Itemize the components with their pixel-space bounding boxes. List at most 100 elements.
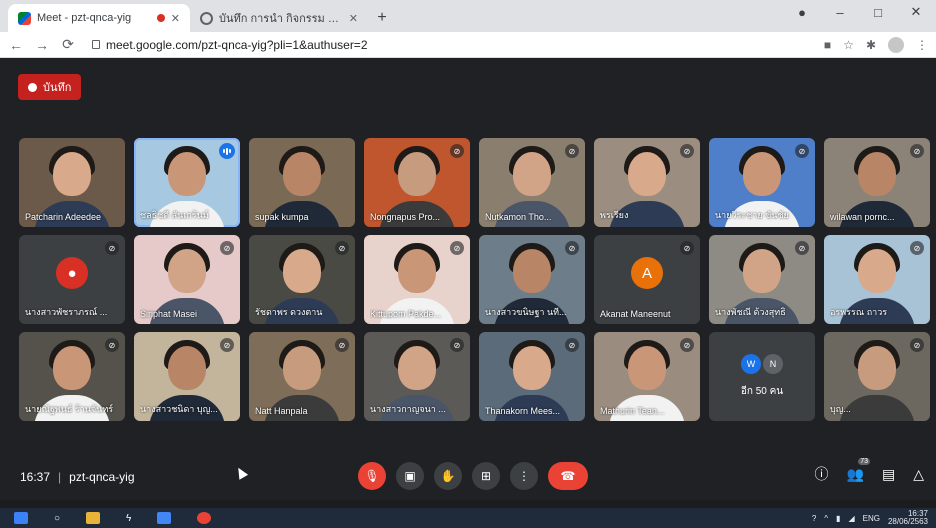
activities-icon[interactable]: △ bbox=[913, 466, 924, 483]
new-tab-button[interactable]: + bbox=[368, 4, 396, 32]
participant-tile[interactable]: ⊘ รัชดาพร ดวงตาน bbox=[249, 235, 355, 324]
participant-tile[interactable]: ⊘ Thanakorn Mees... bbox=[479, 332, 585, 421]
reload-button[interactable]: ⟳ bbox=[60, 36, 76, 53]
person-face bbox=[743, 152, 781, 196]
close-tab-icon[interactable]: ✕ bbox=[349, 12, 358, 25]
mic-muted-icon: ⊘ bbox=[680, 241, 694, 255]
participant-name: Nongnapus Pro... bbox=[370, 212, 441, 222]
present-button[interactable]: ⊞ bbox=[472, 462, 500, 490]
participant-tile[interactable]: ⊘ Nutkamon Tho... bbox=[479, 138, 585, 227]
participant-name: Akanat Maneenut bbox=[600, 309, 671, 319]
participant-tile[interactable]: ⊘ Natt Hanpala bbox=[249, 332, 355, 421]
person-face bbox=[858, 346, 896, 390]
participant-name: นางสาวชนิดา บุญ... bbox=[140, 404, 218, 414]
close-window-button[interactable]: ✕ bbox=[902, 4, 930, 20]
back-button[interactable]: ← bbox=[8, 37, 24, 53]
person-face bbox=[513, 152, 551, 196]
address-bar[interactable]: meet.google.com/pzt-qnca-yig?pli=1&authu… bbox=[86, 34, 814, 56]
help-icon[interactable]: ? bbox=[812, 514, 816, 523]
person-face bbox=[628, 346, 666, 390]
participant-tile[interactable]: ⊘ นายวีระชาย ขันชัย bbox=[709, 138, 815, 227]
participant-grid: Patcharin Adeedee ชลธิชดี สันเกร้นม์ supak… bbox=[19, 138, 930, 421]
start-icon[interactable] bbox=[14, 512, 28, 524]
participant-name: Siriphat Masei bbox=[140, 309, 198, 319]
language-indicator[interactable]: ENG bbox=[863, 514, 880, 523]
participant-tile[interactable]: ชลธิชดี สันเกร้นม์ bbox=[134, 138, 240, 227]
participant-tile[interactable]: ⊘ อรพรรณ ถาวร bbox=[824, 235, 930, 324]
participant-tile[interactable]: ⊘ Siriphat Masei bbox=[134, 235, 240, 324]
participant-tile[interactable]: ⊘ นางสาวชนิดา บุญ... bbox=[134, 332, 240, 421]
mic-muted-icon: ⊘ bbox=[680, 144, 694, 158]
chat-icon[interactable]: ▤ bbox=[882, 466, 895, 483]
participant-name: Mathurin Tean... bbox=[600, 406, 665, 416]
more-avatars: WN bbox=[741, 354, 783, 374]
participant-name: นายณัฐพนธ์ ร้านจันทร์ bbox=[25, 404, 114, 414]
people-button[interactable]: 👥 73 bbox=[847, 457, 870, 483]
participant-tile[interactable]: ● ⊘ นางสาวพัชราภรณ์ ... bbox=[19, 235, 125, 324]
mic-off-button[interactable]: 🎙 bbox=[358, 462, 386, 490]
participant-tile[interactable]: ⊘ บุญ... bbox=[824, 332, 930, 421]
network-icon[interactable]: ▮ bbox=[836, 514, 840, 523]
globe-icon bbox=[200, 11, 213, 25]
call-controls: 🎙 ▣ ✋ ⊞ ⋮ ☎ bbox=[358, 462, 588, 490]
person-face bbox=[168, 249, 206, 293]
mic-muted-icon: ⊘ bbox=[680, 338, 694, 352]
forward-button[interactable]: → bbox=[34, 37, 50, 53]
profile-dot-icon[interactable]: ● bbox=[788, 5, 816, 20]
tab-other[interactable]: บันทึก การนำ กิจกรรม หน่วยคลิก ✕ bbox=[190, 4, 368, 32]
mic-muted-icon: ⊘ bbox=[335, 338, 349, 352]
mic-muted-icon: ⊘ bbox=[795, 144, 809, 158]
participant-tile[interactable]: A ⊘ Akanat Maneenut bbox=[594, 235, 700, 324]
participant-tile[interactable]: supak kumpa bbox=[249, 138, 355, 227]
star-icon[interactable]: ☆ bbox=[843, 38, 854, 52]
mic-muted-icon: ⊘ bbox=[795, 241, 809, 255]
mic-muted-icon: ⊘ bbox=[450, 338, 464, 352]
maximize-button[interactable]: □ bbox=[864, 5, 892, 20]
search-icon[interactable]: ○ bbox=[54, 513, 60, 524]
raise-hand-button[interactable]: ✋ bbox=[434, 462, 462, 490]
participant-tile[interactable]: ⊘ Kittupom Pakde... bbox=[364, 235, 470, 324]
extensions-icon[interactable]: ✱ bbox=[866, 38, 876, 52]
profile-avatar[interactable] bbox=[888, 36, 904, 53]
participant-tile[interactable]: ⊘ นายณัฐพนธ์ ร้านจันทร์ bbox=[19, 332, 125, 421]
participant-name: Thanakorn Mees... bbox=[485, 406, 561, 416]
mic-muted-icon: ⊘ bbox=[910, 144, 924, 158]
chrome-icon[interactable] bbox=[197, 512, 212, 524]
close-tab-icon[interactable]: ✕ bbox=[171, 12, 180, 25]
participant-tile[interactable]: ⊘ นางสาวขนิษฐา นที... bbox=[479, 235, 585, 324]
minimize-button[interactable]: – bbox=[826, 5, 854, 20]
participant-tile[interactable]: Patcharin Adeedee bbox=[19, 138, 125, 227]
more-options-button[interactable]: ⋮ bbox=[510, 462, 538, 490]
system-tray: ? ^ ▮ ◢ ENG 16:37 28/06/2563 bbox=[812, 510, 928, 526]
person-face bbox=[398, 152, 436, 196]
camera-icon[interactable]: ■ bbox=[824, 38, 831, 52]
record-button[interactable]: บันทึก bbox=[18, 74, 82, 100]
tab-meet[interactable]: Meet - pzt-qnca-yig ✕ bbox=[8, 4, 190, 32]
participant-name: ชลธิชดี สันเกร้นม์ bbox=[140, 210, 209, 220]
mic-muted-icon: ⊘ bbox=[105, 241, 119, 255]
clock[interactable]: 16:37 28/06/2563 bbox=[888, 510, 928, 526]
more-participants-tile[interactable]: W N อีก 50 คน bbox=[709, 332, 815, 421]
hang-up-button[interactable]: ☎ bbox=[548, 462, 588, 490]
record-dot-icon bbox=[28, 82, 37, 92]
info-icon[interactable]: ⓘ bbox=[815, 464, 829, 484]
participant-tile[interactable]: ⊘ นางพัชณี ด้วงสุทธิ bbox=[709, 235, 815, 324]
person-face bbox=[283, 249, 321, 293]
participant-name: Nutkamon Tho... bbox=[485, 212, 552, 222]
windows-taskbar: ○ ϟ ? ^ ▮ ◢ ENG 16:37 28/06/2563 bbox=[0, 508, 936, 528]
volume-icon[interactable]: ◢ bbox=[848, 514, 854, 523]
participant-name: นางพัชณี ด้วงสุทธิ bbox=[715, 307, 786, 317]
participant-tile[interactable]: ⊘ wilawan pornc... bbox=[824, 138, 930, 227]
app-icon[interactable]: ϟ bbox=[126, 513, 131, 524]
participant-tile[interactable]: ⊘ Nongnapus Pro... bbox=[364, 138, 470, 227]
url-text: meet.google.com/pzt-qnca-yig?pli=1&authu… bbox=[106, 37, 368, 52]
camera-button[interactable]: ▣ bbox=[396, 462, 424, 490]
participant-tile[interactable]: ⊘ Mathurin Tean... bbox=[594, 332, 700, 421]
mic-muted-icon: ⊘ bbox=[910, 241, 924, 255]
menu-icon[interactable]: ⋮ bbox=[916, 38, 928, 52]
app-icon[interactable] bbox=[157, 512, 172, 524]
participant-tile[interactable]: ⊘ พรเรียง bbox=[594, 138, 700, 227]
participant-tile[interactable]: ⊘ นางสาวกาญจนา ... bbox=[364, 332, 470, 421]
tray-expand-icon[interactable]: ^ bbox=[824, 514, 828, 523]
file-explorer-icon[interactable] bbox=[86, 512, 101, 524]
